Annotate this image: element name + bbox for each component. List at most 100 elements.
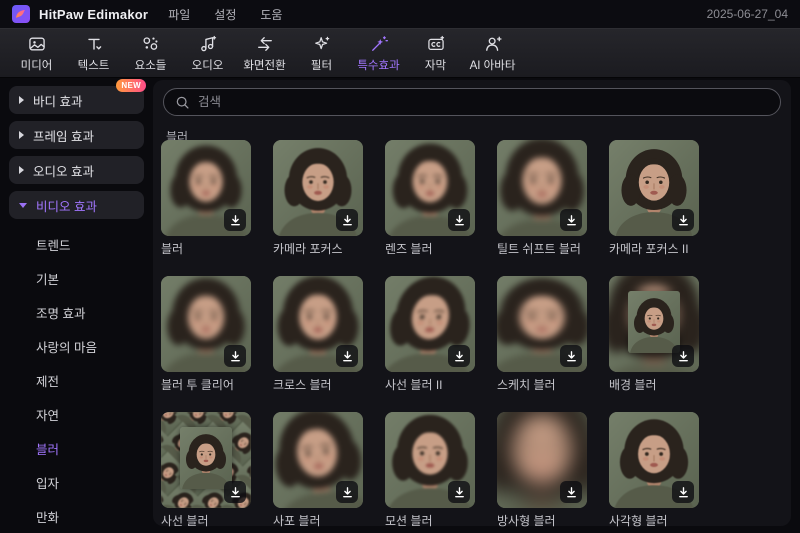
toolbar-item-label: 필터 bbox=[310, 59, 333, 72]
effect-thumbnail[interactable] bbox=[273, 276, 363, 372]
toolbar-item-audio[interactable]: 오디오 bbox=[179, 34, 236, 73]
download-icon bbox=[342, 350, 352, 361]
download-icon bbox=[454, 214, 464, 225]
sidebar: 바디 효과 NEW 프레임 효과 오디오 효과 비디오 효과 트렌드 기본 조명… bbox=[0, 78, 153, 533]
download-icon bbox=[566, 486, 576, 497]
effect-card[interactable]: 배경 블러 bbox=[609, 276, 699, 393]
effect-thumbnail[interactable] bbox=[497, 276, 587, 372]
effect-card[interactable]: 블러 투 클리어 bbox=[161, 276, 251, 393]
effect-label: 블러 bbox=[161, 242, 184, 256]
sidebar-section[interactable]: 비디오 효과 bbox=[9, 191, 144, 219]
sidebar-subitem-label: 트렌드 bbox=[36, 238, 71, 253]
download-button[interactable] bbox=[448, 481, 470, 503]
effect-thumbnail[interactable] bbox=[609, 140, 699, 236]
search-bar[interactable] bbox=[163, 88, 781, 116]
effect-card[interactable]: 렌즈 블러 bbox=[385, 140, 475, 257]
download-button[interactable] bbox=[560, 481, 582, 503]
effect-card[interactable]: 크로스 블러 bbox=[273, 276, 363, 393]
sidebar-section-label: 프레임 효과 bbox=[33, 129, 94, 144]
download-button[interactable] bbox=[336, 345, 358, 367]
effect-card[interactable]: 사선 블러 II bbox=[385, 276, 475, 393]
sidebar-section[interactable]: 바디 효과 NEW bbox=[9, 79, 146, 114]
toolbar-item-label: AI 아바타 bbox=[469, 59, 516, 72]
toolbar-item-transition[interactable]: 화면전환 bbox=[236, 34, 293, 73]
effect-thumbnail[interactable] bbox=[609, 412, 699, 508]
download-button[interactable] bbox=[224, 209, 246, 231]
effects-panel: 블러 블러 카메라 포 bbox=[153, 80, 791, 529]
effect-thumbnail[interactable] bbox=[385, 412, 475, 508]
toolbar-icon bbox=[485, 36, 502, 51]
download-button[interactable] bbox=[672, 345, 694, 367]
sidebar-subitem[interactable]: 입자 bbox=[0, 465, 153, 499]
download-icon bbox=[342, 214, 352, 225]
effect-card[interactable]: 블러 bbox=[161, 140, 251, 257]
toolbar-item-text[interactable]: 텍스트 bbox=[65, 34, 122, 73]
download-icon bbox=[678, 214, 688, 225]
effect-thumbnail[interactable] bbox=[497, 140, 587, 236]
effect-thumbnail[interactable] bbox=[161, 412, 251, 508]
effect-thumbnail[interactable] bbox=[497, 412, 587, 508]
sidebar-subitem[interactable]: 자연 bbox=[0, 397, 153, 431]
download-button[interactable] bbox=[672, 209, 694, 231]
sidebar-subitem[interactable]: 트렌드 bbox=[0, 227, 153, 261]
sidebar-subitem[interactable]: 만화 bbox=[0, 499, 153, 533]
effect-thumbnail[interactable] bbox=[609, 276, 699, 372]
effect-label: 사선 블러 II bbox=[385, 378, 443, 392]
toolbar-icon bbox=[143, 36, 158, 50]
download-icon bbox=[454, 486, 464, 497]
search-input[interactable] bbox=[198, 95, 769, 109]
effect-card[interactable]: 방사형 블러 bbox=[497, 412, 587, 529]
toolbar-item-filter[interactable]: 필터 bbox=[293, 34, 350, 73]
menu-item[interactable]: 도움 bbox=[260, 6, 282, 23]
effect-card[interactable]: 스케치 블러 bbox=[497, 276, 587, 393]
sidebar-section[interactable]: 오디오 효과 bbox=[9, 156, 144, 184]
download-button[interactable] bbox=[448, 345, 470, 367]
effect-label: 렌즈 블러 bbox=[385, 242, 433, 256]
sidebar-section-label: 오디오 효과 bbox=[33, 164, 94, 179]
toolbar-item-elements[interactable]: 요소들 bbox=[122, 34, 179, 73]
download-button[interactable] bbox=[560, 345, 582, 367]
sidebar-subitem[interactable]: 기본 bbox=[0, 261, 153, 295]
titlebar: HitPaw Edimakor 파일 설정 도움 2025-06-27_04 bbox=[0, 0, 800, 28]
effect-thumbnail[interactable] bbox=[385, 276, 475, 372]
download-button[interactable] bbox=[448, 209, 470, 231]
download-button[interactable] bbox=[224, 481, 246, 503]
effect-thumbnail[interactable] bbox=[273, 412, 363, 508]
download-button[interactable] bbox=[336, 209, 358, 231]
effect-thumbnail[interactable] bbox=[161, 276, 251, 372]
download-button[interactable] bbox=[672, 481, 694, 503]
sidebar-section[interactable]: 프레임 효과 bbox=[9, 121, 144, 149]
effect-label: 카메라 포커스 bbox=[273, 242, 343, 256]
download-icon bbox=[454, 350, 464, 361]
download-icon bbox=[230, 486, 240, 497]
sidebar-subitem[interactable]: 조명 효과 bbox=[0, 295, 153, 329]
sidebar-subitem[interactable]: 사랑의 마음 bbox=[0, 329, 153, 363]
toolbar-item-label: 자막 bbox=[424, 59, 447, 72]
download-button[interactable] bbox=[560, 209, 582, 231]
effect-card[interactable]: 사포 블러 bbox=[273, 412, 363, 529]
download-button[interactable] bbox=[336, 481, 358, 503]
effect-label: 사선 블러 bbox=[161, 514, 209, 528]
sidebar-section-label: 바디 효과 bbox=[33, 94, 83, 109]
menu-item[interactable]: 파일 bbox=[168, 6, 190, 23]
toolbar-item-effects[interactable]: 특수효과 bbox=[350, 34, 407, 73]
menu-item[interactable]: 설정 bbox=[214, 6, 236, 23]
effect-card[interactable]: 사선 블러 bbox=[161, 412, 251, 529]
toolbar-item-subtitle[interactable]: 자막 bbox=[407, 34, 464, 73]
effect-thumbnail[interactable] bbox=[385, 140, 475, 236]
toolbar-item-avatar[interactable]: AI 아바타 bbox=[464, 34, 521, 73]
toolbar-item-media[interactable]: 미디어 bbox=[8, 34, 65, 73]
effect-card[interactable]: 틸트 쉬프트 블러 bbox=[497, 140, 587, 257]
effect-label: 사각형 블러 bbox=[609, 514, 668, 528]
sidebar-subitem[interactable]: 블러 bbox=[0, 431, 153, 465]
effect-thumbnail[interactable] bbox=[273, 140, 363, 236]
effect-label: 배경 블러 bbox=[609, 378, 657, 392]
download-button[interactable] bbox=[224, 345, 246, 367]
effect-card[interactable]: 카메라 포커스 II bbox=[609, 140, 699, 257]
effect-card[interactable]: 사각형 블러 bbox=[609, 412, 699, 529]
effect-thumbnail[interactable] bbox=[161, 140, 251, 236]
effect-card[interactable]: 모션 블러 bbox=[385, 412, 475, 529]
sidebar-subitem[interactable]: 제전 bbox=[0, 363, 153, 397]
toolbar-item-label: 텍스트 bbox=[77, 59, 110, 72]
effect-card[interactable]: 카메라 포커스 bbox=[273, 140, 363, 257]
